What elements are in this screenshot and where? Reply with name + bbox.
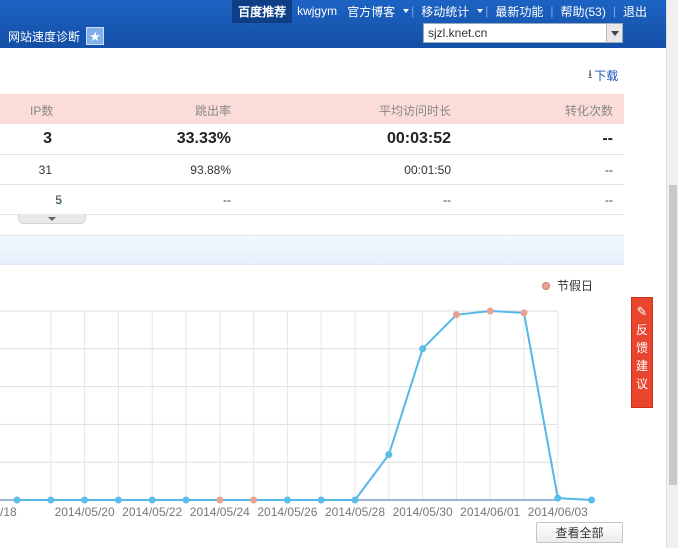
col-header-conversions: 转化次数 [565, 104, 614, 118]
holiday-legend-label: 节假日 [557, 279, 594, 293]
holiday-data-point [216, 496, 224, 504]
chevron-down-icon [48, 216, 56, 221]
nav-separator: | [550, 4, 554, 18]
x-tick-label: 2014/06/03 [528, 505, 588, 519]
top-nav: 百度推荐 kwjgym 官方博客 | 移动统计 | 最新功能 | 帮助(53) | 退出 [232, 0, 652, 23]
star-icon[interactable]: ★ [86, 27, 105, 45]
holiday-legend-dot [542, 281, 550, 290]
feedback-char: 建 [635, 359, 648, 373]
table-row: 31 93.88% 00:01:50 -- [0, 155, 624, 185]
download-label[interactable]: 下载 [594, 67, 618, 84]
vertical-scrollbar[interactable] [666, 0, 678, 548]
data-point [148, 496, 156, 504]
x-tick-label: 2014/05/30 [393, 505, 453, 519]
site-diagnosis-label[interactable]: 网站速度诊断 [8, 28, 80, 45]
nav-separator: | [612, 4, 616, 18]
data-point [47, 496, 55, 504]
data-point [419, 345, 427, 353]
col-header-ip: IP数 [30, 104, 54, 118]
cell-conversions: -- [602, 130, 613, 147]
table-header: IP数 跳出率 平均访问时长 转化次数 [0, 94, 624, 124]
nav-separator: | [411, 4, 415, 18]
table-row: 5 ↓ -- -- -- [0, 185, 624, 215]
top-nav-item[interactable]: kwjgym [292, 4, 342, 18]
feedback-char: 议 [635, 377, 648, 391]
data-point [114, 496, 122, 504]
top-bar: 百度推荐 kwjgym 官方博客 | 移动统计 | 最新功能 | 帮助(53) | 退出 网站速度诊… [0, 0, 666, 48]
section-band [0, 235, 624, 265]
top-nav-item[interactable]: 百度推荐 [232, 0, 293, 23]
col-header-bounce: 跳出率 [195, 104, 232, 118]
holiday-data-point [486, 307, 494, 315]
x-tick-label: 2014/05/24 [190, 505, 250, 519]
arrow-down-icon: ↓ [57, 193, 63, 207]
data-point [351, 496, 359, 504]
top-nav-item[interactable]: 移动统计 [416, 3, 474, 20]
data-point [13, 496, 21, 504]
site-select[interactable]: sjzl.knet.cn [423, 23, 623, 43]
data-point [182, 496, 190, 504]
trend-line-chart: /18 2014/05/20 2014/05/22 2014/05/24 2014/05… [0, 307, 596, 519]
cell-ip: 3 [43, 130, 52, 147]
x-tick-label: 2014/05/22 [122, 505, 182, 519]
chevron-down-icon[interactable] [606, 24, 622, 42]
cell-bounce: -- [223, 193, 231, 207]
view-all-label[interactable]: 查看全部 [555, 524, 603, 541]
holiday-data-point [250, 496, 258, 504]
site-diagnosis[interactable]: 网站速度诊断 ★ [8, 27, 105, 45]
cell-duration: 00:01:50 [404, 163, 451, 177]
data-point [317, 496, 325, 504]
view-all-button[interactable]: 查看全部 [536, 522, 623, 543]
x-tick-label: 2014/06/01 [460, 505, 520, 519]
holiday-data-point [452, 311, 460, 319]
feedback-button[interactable]: ✎ 反 馈 建 议 [631, 297, 653, 408]
top-nav-item[interactable]: 退出 [618, 3, 652, 20]
chart-legend[interactable]: 节假日 [542, 277, 593, 294]
x-tick-label: 2014/05/28 [325, 505, 385, 519]
download-link[interactable]: ⭳ 下载 [588, 65, 618, 86]
data-point [588, 496, 596, 504]
data-point [554, 494, 562, 502]
cell-duration: -- [443, 193, 451, 207]
scrollbar-thumb[interactable] [669, 185, 677, 485]
holiday-data-point [520, 309, 528, 317]
nav-separator: | [485, 4, 489, 18]
cell-bounce: 33.33% [176, 130, 231, 147]
x-tick-label: 2014/05/26 [257, 505, 317, 519]
table-row: 3 33.33% 00:03:52 -- [0, 124, 624, 155]
top-nav-item[interactable]: 官方博客 [342, 3, 400, 20]
cell-bounce: 93.88% [190, 163, 231, 177]
cell-ip: 31 [38, 163, 52, 177]
cell-conversions: -- [605, 163, 613, 177]
data-point [81, 496, 89, 504]
download-icon: ⭳ [588, 67, 593, 81]
cell-conversions: -- [605, 193, 613, 207]
cell-duration: 00:03:52 [386, 130, 451, 147]
pencil-icon: ✎ [636, 304, 648, 319]
top-nav-item[interactable]: 最新功能 [490, 3, 548, 20]
feedback-char: 反 [635, 323, 648, 337]
x-tick-label: /18 [0, 505, 17, 519]
top-nav-item[interactable]: 帮助(53) [556, 3, 611, 20]
series-line [17, 309, 592, 501]
feedback-char: 馈 [635, 341, 648, 355]
data-point [385, 451, 393, 459]
site-select-value: sjzl.knet.cn [428, 26, 488, 40]
collapse-toggle[interactable] [18, 214, 86, 224]
data-point [283, 496, 291, 504]
x-tick-label: 2014/05/20 [55, 505, 115, 519]
col-header-duration: 平均访问时长 [379, 104, 452, 118]
